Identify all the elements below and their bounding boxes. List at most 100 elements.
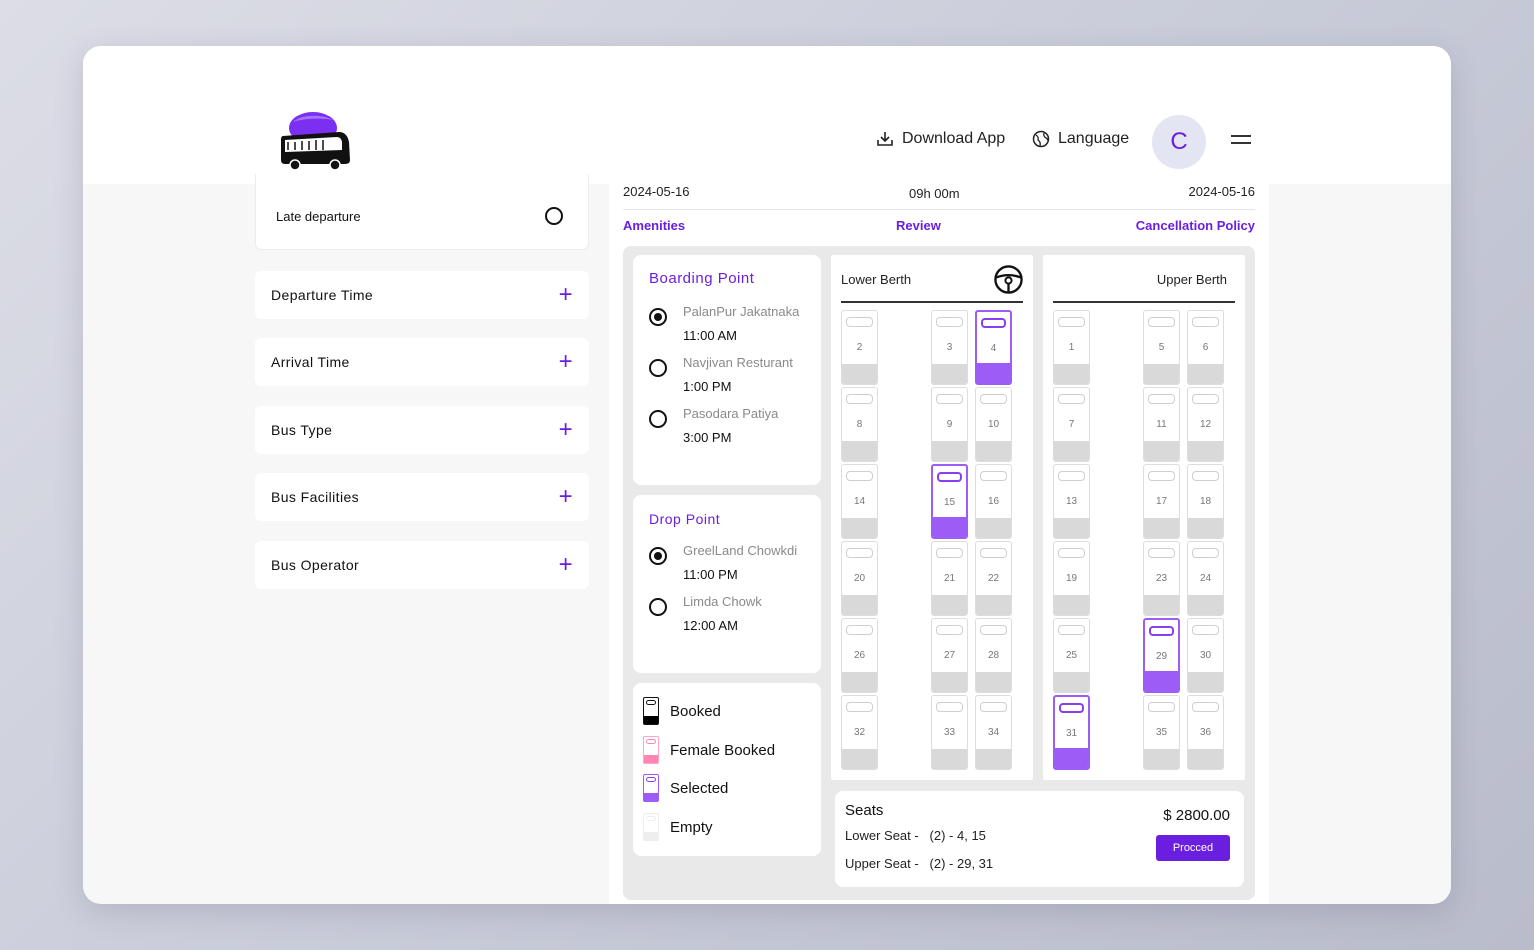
seat-24[interactable]: 24 (1187, 541, 1224, 616)
plus-icon[interactable]: + (559, 418, 573, 442)
seat-14[interactable]: 14 (841, 464, 878, 539)
boarding-radio[interactable] (649, 308, 667, 326)
drop-option[interactable]: GreelLand Chowkdi 11:00 PM (649, 543, 797, 582)
lower-berth-title: Lower Berth (841, 272, 912, 287)
filter-departure-time[interactable]: Departure Time + (255, 271, 589, 319)
seat-33[interactable]: 33 (931, 695, 968, 770)
seat-36[interactable]: 36 (1187, 695, 1224, 770)
pillow-icon (1058, 625, 1085, 635)
pillow-icon (980, 548, 1007, 558)
plus-icon[interactable]: + (559, 553, 573, 577)
download-icon (877, 132, 893, 146)
seat-18[interactable]: 18 (1187, 464, 1224, 539)
seat-7[interactable]: 7 (1053, 387, 1090, 462)
filter-label: Bus Facilities (271, 489, 360, 505)
user-avatar[interactable]: C (1152, 115, 1206, 169)
seat-34[interactable]: 34 (975, 695, 1012, 770)
seat-number: 24 (1199, 573, 1212, 584)
seat-31[interactable]: 31 (1053, 695, 1090, 770)
pillow-icon (936, 702, 963, 712)
tab-cancellation-policy[interactable]: Cancellation Policy (1136, 218, 1255, 233)
legend-empty: Empty (643, 813, 713, 841)
seat-13[interactable]: 13 (1053, 464, 1090, 539)
drop-radio[interactable] (649, 598, 667, 616)
bus-logo-icon[interactable] (279, 108, 353, 172)
seat-23[interactable]: 23 (1143, 541, 1180, 616)
plus-icon[interactable]: + (559, 283, 573, 307)
seat-27[interactable]: 27 (931, 618, 968, 693)
proceed-button[interactable]: Procced (1156, 835, 1230, 861)
seat-number: 25 (1065, 650, 1078, 661)
seat-17[interactable]: 17 (1143, 464, 1180, 539)
tab-amenities[interactable]: Amenities (623, 218, 685, 233)
seat-number: 7 (1068, 419, 1075, 430)
seat-number: 22 (987, 573, 1000, 584)
pillow-icon (1148, 702, 1175, 712)
filter-bus-operator[interactable]: Bus Operator + (255, 541, 589, 589)
pillow-icon (846, 394, 873, 404)
boarding-time: 3:00 PM (683, 430, 732, 445)
boarding-option[interactable]: PalanPur Jakatnaka 11:00 AM (649, 304, 799, 343)
filter-bus-facilities[interactable]: Bus Facilities + (255, 473, 589, 521)
pillow-icon (1058, 394, 1085, 404)
seat-number: 34 (987, 727, 1000, 738)
pillow-icon (936, 548, 963, 558)
late-departure-card: Late departure (255, 174, 589, 250)
seat-6[interactable]: 6 (1187, 310, 1224, 385)
filter-arrival-time[interactable]: Arrival Time + (255, 338, 589, 386)
drop-option[interactable]: Limda Chowk 12:00 AM (649, 594, 762, 633)
seat-35[interactable]: 35 (1143, 695, 1180, 770)
seat-12[interactable]: 12 (1187, 387, 1224, 462)
seat-15[interactable]: 15 (931, 464, 968, 539)
seat-30[interactable]: 30 (1187, 618, 1224, 693)
download-app-link[interactable]: Download App (876, 130, 1005, 148)
seat-8[interactable]: 8 (841, 387, 878, 462)
upper-seat-summary: Upper Seat - (2) - 29, 31 (845, 856, 994, 871)
seat-2[interactable]: 2 (841, 310, 878, 385)
seat-10[interactable]: 10 (975, 387, 1012, 462)
pillow-icon (1149, 626, 1174, 636)
seat-16[interactable]: 16 (975, 464, 1012, 539)
seat-19[interactable]: 19 (1053, 541, 1090, 616)
pillow-icon (1148, 548, 1175, 558)
trip-detail-panel: 2024-05-16 09h 00m 2024-05-16 Amenities … (609, 184, 1269, 904)
boarding-radio[interactable] (649, 359, 667, 377)
language-link[interactable]: Language (1032, 130, 1129, 148)
seat-25[interactable]: 25 (1053, 618, 1090, 693)
filter-bus-type[interactable]: Bus Type + (255, 406, 589, 454)
drop-point-card: Drop Point GreelLand Chowkdi 11:00 PM Lim… (633, 495, 821, 673)
seat-29[interactable]: 29 (1143, 618, 1180, 693)
tab-review[interactable]: Review (896, 218, 941, 233)
globe-icon (1032, 130, 1050, 148)
seat-4[interactable]: 4 (975, 310, 1012, 385)
legend-booked: Booked (643, 697, 721, 725)
seat-number: 10 (987, 419, 1000, 430)
seat-32[interactable]: 32 (841, 695, 878, 770)
seat-11[interactable]: 11 (1143, 387, 1180, 462)
seat-26[interactable]: 26 (841, 618, 878, 693)
seat-20[interactable]: 20 (841, 541, 878, 616)
seat-21[interactable]: 21 (931, 541, 968, 616)
depart-date: 2024-05-16 (623, 184, 690, 199)
drop-radio[interactable] (649, 547, 667, 565)
late-departure-radio[interactable] (545, 207, 563, 225)
filter-label: Departure Time (271, 287, 374, 303)
seat-3[interactable]: 3 (931, 310, 968, 385)
seat-22[interactable]: 22 (975, 541, 1012, 616)
boarding-option[interactable]: Pasodara Patiya 3:00 PM (649, 406, 778, 445)
menu-icon[interactable] (1231, 135, 1251, 147)
pillow-icon (1192, 317, 1219, 327)
seat-1[interactable]: 1 (1053, 310, 1090, 385)
pillow-icon (1058, 548, 1085, 558)
seat-5[interactable]: 5 (1143, 310, 1180, 385)
plus-icon[interactable]: + (559, 350, 573, 374)
pillow-icon (980, 394, 1007, 404)
boarding-option[interactable]: Navjivan Resturant 1:00 PM (649, 355, 793, 394)
seat-28[interactable]: 28 (975, 618, 1012, 693)
selected-seat-icon (643, 774, 659, 802)
booked-seat-icon (643, 697, 659, 725)
seat-9[interactable]: 9 (931, 387, 968, 462)
drop-name: GreelLand Chowkdi (683, 543, 798, 558)
boarding-radio[interactable] (649, 410, 667, 428)
plus-icon[interactable]: + (559, 485, 573, 509)
